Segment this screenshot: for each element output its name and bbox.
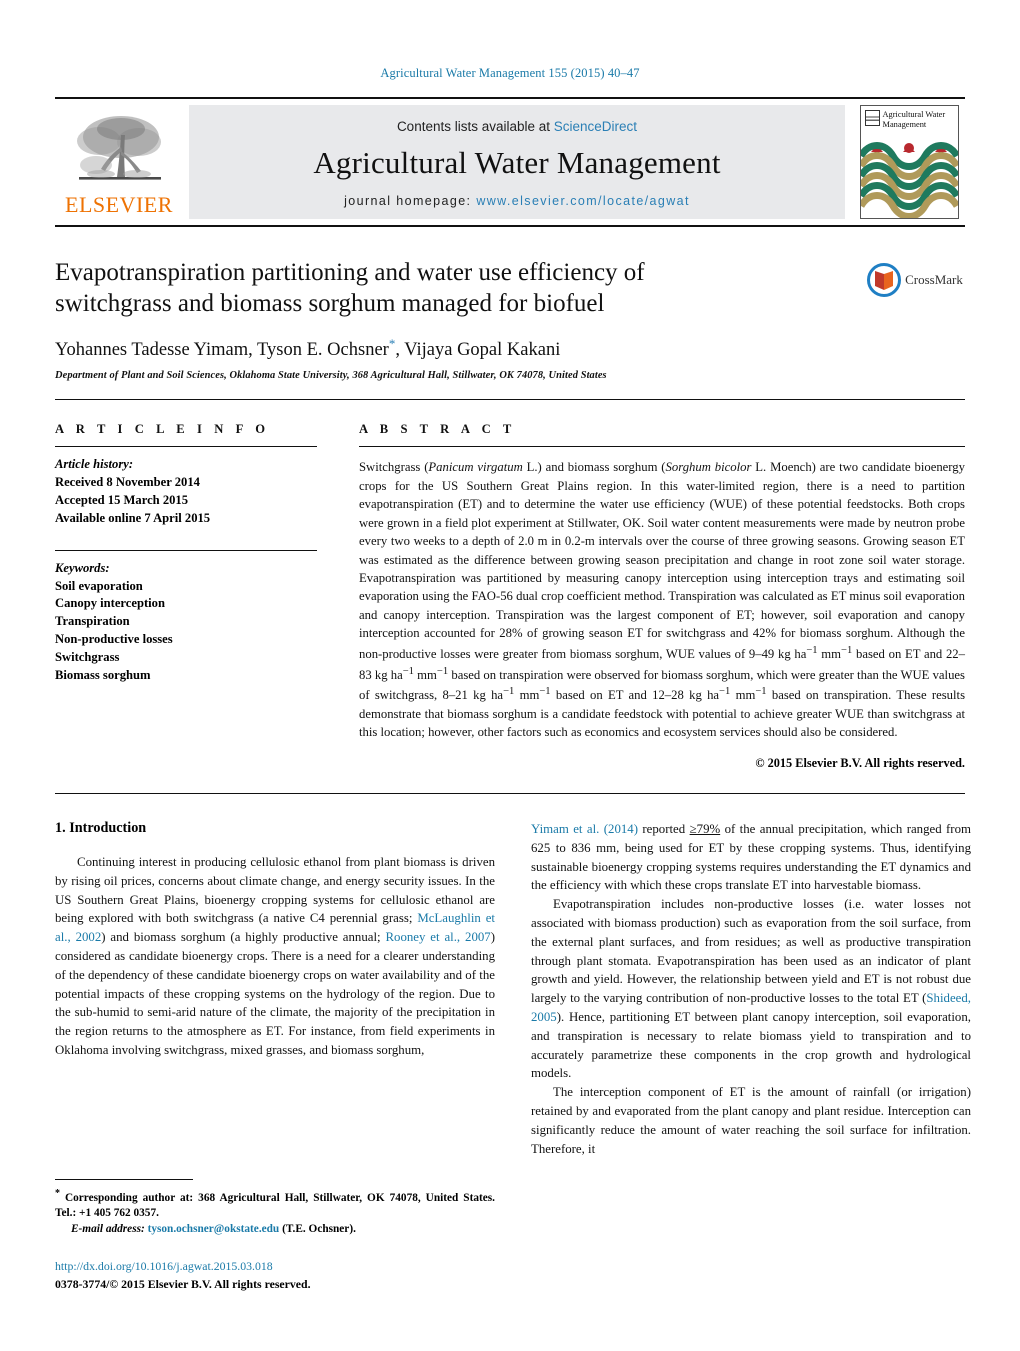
issn-copyright-line: 0378-3774/© 2015 Elsevier B.V. All right… [55,1277,311,1291]
journal-homepage-line: journal homepage: www.elsevier.com/locat… [344,194,690,208]
citation-link[interactable]: Rooney et al., 2007 [385,930,490,944]
cover-journal-title: Agricultural Water Management [882,110,946,129]
crossmark-row: CrossMark [867,263,963,297]
abstract-column: A B S T R A C T Switchgrass (Panicum vir… [359,422,965,771]
journal-masthead: ELSEVIER Contents lists available at Sci… [55,97,965,227]
body-column-left: 1. Introduction Continuing interest in p… [55,820,495,1159]
email-note: E-mail address: tyson.ochsner@okstate.ed… [55,1222,495,1238]
history-online: Available online 7 April 2015 [55,510,211,525]
paragraph: Evapotranspiration includes non-producti… [531,897,971,1081]
journal-homepage-link[interactable]: www.elsevier.com/locate/agwat [476,194,690,208]
history-received: Received 8 November 2014 [55,475,200,490]
article-info-column: A R T I C L E I N F O Article history: R… [55,422,317,771]
email-label: E-mail address: [71,1222,145,1235]
corresponding-author-text: Corresponding author at: 368 Agricultura… [55,1191,495,1220]
article-info-heading: A R T I C L E I N F O [55,422,270,437]
history-accepted: Accepted 15 March 2015 [55,492,189,507]
doi-link[interactable]: http://dx.doi.org/10.1016/j.agwat.2015.0… [55,1258,495,1275]
paragraph: The interception component of ET is the … [531,1085,971,1156]
crossmark-badge[interactable]: CrossMark [867,263,963,297]
cover-image: Agricultural Water Management [859,105,959,219]
article-history-group: Article history: Received 8 November 201… [55,456,317,528]
paragraph: Continuing interest in producing cellulo… [55,854,495,1058]
copyright-line: © 2015 Elsevier B.V. All rights reserved… [755,755,965,770]
section-heading-introduction: 1. Introduction [55,819,147,836]
abstract-heading: A B S T R A C T [359,422,516,437]
email-link[interactable]: tyson.ochsner@okstate.edu [148,1223,280,1235]
authors-first: Yohannes Tadesse Yimam, Tyson E. Ochsner [55,340,389,361]
keywords-label: Keywords: [55,560,110,575]
article-body: 1. Introduction Continuing interest in p… [55,820,971,1159]
cover-header: Agricultural Water Management [864,110,955,129]
contents-prefix: Contents lists available at [396,118,554,134]
corresponding-author-note: * Corresponding author at: 368 Agricultu… [55,1187,495,1222]
footnote-rule [55,1178,193,1180]
keywords-rule [55,549,317,551]
elsevier-wordmark: ELSEVIER [65,191,173,217]
contents-available-line: Contents lists available at ScienceDirec… [397,119,637,134]
cover-artwork [860,140,958,218]
keyword-item: Biomass sorghum [55,667,151,682]
article-info-rule [55,446,317,448]
homepage-prefix: journal homepage: [344,193,477,208]
elsevier-logo: ELSEVIER [55,99,183,225]
keyword-item: Switchgrass [55,650,120,665]
journal-title: Agricultural Water Management [313,144,721,180]
cover-publisher-badge-icon [864,110,880,126]
article-history-label: Article history: [55,457,134,472]
email-owner: (T.E. Ochsner). [282,1222,356,1235]
paragraph: Yimam et al. (2014) reported ≥79% of the… [531,821,971,893]
doi-block: http://dx.doi.org/10.1016/j.agwat.2015.0… [55,1258,495,1293]
title-divider [55,399,965,401]
author-list: Yohannes Tadesse Yimam, Tyson E. Ochsner… [55,336,965,361]
body-column-right: Yimam et al. (2014) reported ≥79% of the… [531,820,971,1159]
sciencedirect-link[interactable]: ScienceDirect [554,119,637,134]
footnote-region: * Corresponding author at: 368 Agricultu… [55,1178,495,1293]
abstract-divider [55,792,965,794]
journal-article-page: Agricultural Water Management 155 (2015)… [0,0,1020,1351]
authors-rest: , Vijaya Gopal Kakani [395,340,561,361]
abstract-rule [359,446,965,448]
keyword-item: Canopy interception [55,596,165,611]
running-head: Agricultural Water Management 155 (2015)… [380,66,640,80]
elsevier-tree-icon [77,115,161,180]
crossmark-icon [867,263,902,297]
abstract-text: Switchgrass (Panicum virgatum L.) and bi… [359,460,966,740]
title-block: CrossMark Evapotranspiration partitionin… [55,257,965,381]
citation-link[interactable]: Yimam et al. (2014) [531,822,638,836]
journal-cover-thumbnail: Agricultural Water Management [853,99,965,225]
keyword-item: Soil evaporation [55,578,143,593]
keyword-item: Non-productive losses [55,632,173,647]
author-affiliation: Department of Plant and Soil Sciences, O… [55,370,607,382]
page-title: Evapotranspiration partitioning and wate… [55,259,645,317]
keyword-item: Transpiration [55,614,130,629]
keywords-group: Keywords: Soil evaporation Canopy interc… [55,560,317,685]
masthead-center: Contents lists available at ScienceDirec… [189,105,845,219]
info-abstract-region: A R T I C L E I N F O Article history: R… [55,422,965,771]
crossmark-label: CrossMark [905,272,963,287]
